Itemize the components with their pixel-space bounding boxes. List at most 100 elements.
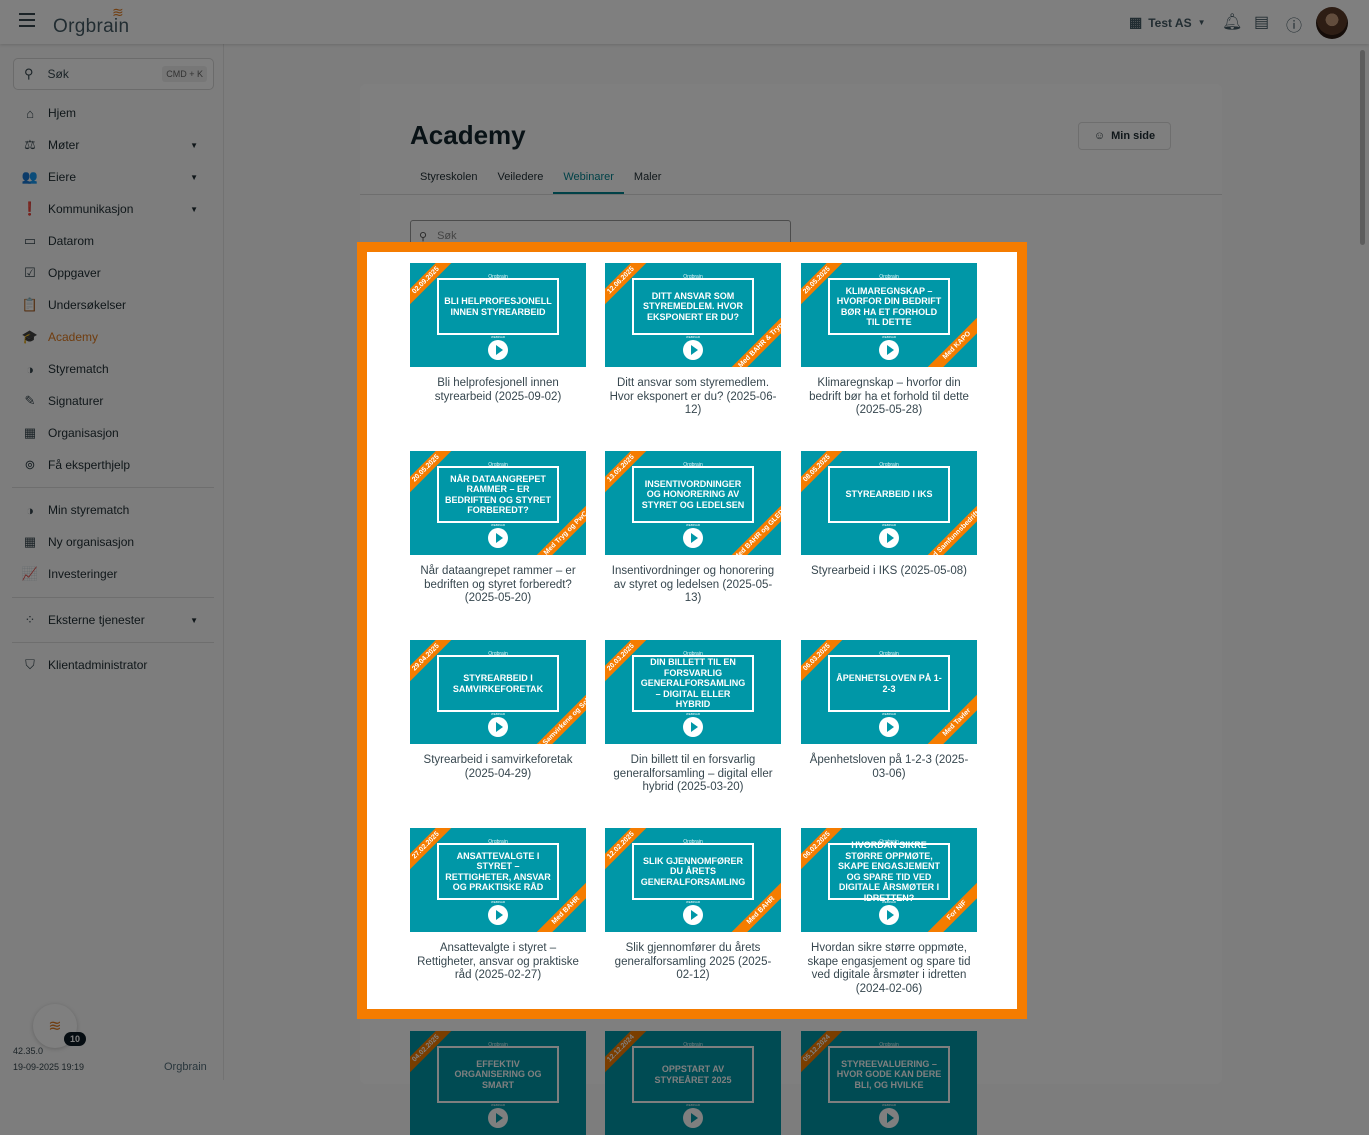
webinar-caption[interactable]: Styrearbeid i IKS (2025-05-08) xyxy=(801,565,977,579)
webinar-thumbnail[interactable]: Orgbrain EFFEKTIV ORGANISERING OG SMART WE… xyxy=(410,1031,586,1135)
webinar-card[interactable]: Orgbrain INSENTIVORDNINGER OG HONORERING … xyxy=(605,451,781,606)
webinar-thumbnail[interactable]: Orgbrain HVORDAN SIKRE STØRRE OPPMØTE, SK… xyxy=(801,828,977,932)
webinar-thumbnail[interactable]: Orgbrain STYREARBEID I IKS WEBINAR 08.05.20… xyxy=(801,451,977,555)
sidebar-item-min-styrematch[interactable]: ◑ Min styrematch xyxy=(0,495,224,525)
sidebar-item-organisasjon[interactable]: ▦ Organisasjon xyxy=(0,418,224,448)
scrollbar[interactable] xyxy=(1360,50,1365,245)
sidebar-item-label: Min styrematch xyxy=(48,503,130,517)
play-icon[interactable] xyxy=(488,528,508,548)
sidebar-item-hjem[interactable]: ⌂ Hjem xyxy=(0,98,224,128)
play-icon[interactable] xyxy=(488,340,508,360)
webinar-caption[interactable]: Ansattevalgte i styret – Rettigheter, an… xyxy=(410,942,586,983)
sidebar-item-eksterne-tjenester[interactable]: ⁘ Eksterne tjenester ▼ xyxy=(0,605,224,635)
play-icon[interactable] xyxy=(879,717,899,737)
play-icon[interactable] xyxy=(879,1108,899,1128)
webinar-card[interactable]: Orgbrain KLIMAREGNSKAP – HVORFOR DIN BEDR… xyxy=(801,263,977,418)
webinar-caption[interactable]: Slik gjennomfører du årets generalforsam… xyxy=(605,942,781,983)
school-icon: 🎓 xyxy=(21,329,39,344)
webinar-search-input[interactable]: ⚲ Søk xyxy=(410,220,791,252)
play-icon[interactable] xyxy=(488,717,508,737)
search-placeholder: Søk xyxy=(47,67,69,81)
sidebar-item-signaturer[interactable]: ✎ Signaturer xyxy=(0,386,224,416)
tab-styreskolen[interactable]: Styreskolen xyxy=(410,170,487,194)
sidebar-item-kommunikasjon[interactable]: ❗ Kommunikasjon ▼ xyxy=(0,194,224,224)
webinar-thumbnail[interactable]: Orgbrain ANSATTEVALGTE I STYRET – RETTIGH… xyxy=(410,828,586,932)
webinar-caption[interactable]: Styrearbeid i samvirkeforetak (2025-04-2… xyxy=(410,754,586,781)
webinar-card[interactable]: Orgbrain STYREARBEID I IKS WEBINAR 08.05.20… xyxy=(801,451,977,579)
webinar-caption[interactable]: Bli helprofesjonell innen styrearbeid (2… xyxy=(410,377,586,404)
webinar-card[interactable]: Orgbrain SLIK GJENNOMFØRER DU ÅRETS GENER… xyxy=(605,828,781,983)
play-icon[interactable] xyxy=(683,1108,703,1128)
tab-veiledere[interactable]: Veiledere xyxy=(487,170,553,194)
tab-webinarer[interactable]: Webinarer xyxy=(553,170,624,194)
caret-down-icon: ▼ xyxy=(190,615,198,625)
webinar-card[interactable]: Orgbrain DIN BILLETT TIL EN FORSVARLIG GE… xyxy=(605,640,781,795)
sidebar-item-oppgaver[interactable]: ☑ Oppgaver xyxy=(0,258,224,288)
webinar-thumbnail[interactable]: Orgbrain STYREARBEID I SAMVIRKEFORETAK WEB… xyxy=(410,640,586,744)
thumbnail-label: WEBINAR xyxy=(881,1103,896,1107)
webinar-card[interactable]: Orgbrain OPPSTART AV STYREÅRET 2025 WEBINA… xyxy=(605,1031,781,1135)
webinar-caption[interactable]: Klimaregnskap – hvorfor din bedrift bør … xyxy=(801,377,977,418)
sidebar-item-ny-organisasjon[interactable]: ▦ Ny organisasjon xyxy=(0,527,224,557)
webinar-card[interactable]: Orgbrain NÅR DATAANGREPET RAMMER – ER BED… xyxy=(410,451,586,606)
webinar-card[interactable]: Orgbrain ANSATTEVALGTE I STYRET – RETTIGH… xyxy=(410,828,586,983)
sidebar-item-investeringer[interactable]: 📈 Investeringer xyxy=(0,559,224,589)
play-icon[interactable] xyxy=(488,905,508,925)
play-icon[interactable] xyxy=(683,340,703,360)
sidebar-item-styrematch[interactable]: ◑ Styrematch xyxy=(0,354,224,384)
people-icon: 👥 xyxy=(21,169,39,184)
org-switcher[interactable]: ▦ Test AS ▼ xyxy=(1129,14,1206,31)
webinar-caption[interactable]: Når dataangrepet rammer – er bedriften o… xyxy=(410,565,586,606)
webinar-card[interactable]: Orgbrain DITT ANSVAR SOM STYREMEDLEM. HVO… xyxy=(605,263,781,418)
webinar-thumbnail[interactable]: Orgbrain OPPSTART AV STYREÅRET 2025 WEBINA… xyxy=(605,1031,781,1135)
thumbnail-label: WEBINAR xyxy=(685,900,700,904)
play-icon[interactable] xyxy=(879,340,899,360)
webinar-thumbnail[interactable]: Orgbrain BLI HELPROFESJONELL INNEN STYREA… xyxy=(410,263,586,367)
webinar-card[interactable]: Orgbrain BLI HELPROFESJONELL INNEN STYREA… xyxy=(410,263,586,404)
webinar-thumbnail[interactable]: Orgbrain KLIMAREGNSKAP – HVORFOR DIN BEDR… xyxy=(801,263,977,367)
webinar-card[interactable]: Orgbrain STYREARBEID I SAMVIRKEFORETAK WEB… xyxy=(410,640,586,781)
webinar-thumbnail[interactable]: Orgbrain INSENTIVORDNINGER OG HONORERING … xyxy=(605,451,781,555)
webinar-card[interactable]: Orgbrain ÅPENHETSLOVEN PÅ 1-2-3 WEBINAR 06.… xyxy=(801,640,977,781)
webinar-thumbnail[interactable]: Orgbrain ÅPENHETSLOVEN PÅ 1-2-3 WEBINAR 06.… xyxy=(801,640,977,744)
sidebar-item-datarom[interactable]: ▭ Datarom xyxy=(0,226,224,256)
play-icon[interactable] xyxy=(879,528,899,548)
sidebar-item-label: Undersøkelser xyxy=(48,298,127,312)
help-icon[interactable]: ⓘ xyxy=(1286,12,1302,36)
webinar-caption[interactable]: Insentivordninger og honorering av styre… xyxy=(605,565,781,606)
webinar-thumbnail[interactable]: Orgbrain DITT ANSVAR SOM STYREMEDLEM. HVO… xyxy=(605,263,781,367)
thumbnail-title: BLI HELPROFESJONELL INNEN STYREARBEID xyxy=(437,278,559,335)
play-icon[interactable] xyxy=(683,528,703,548)
webinar-thumbnail[interactable]: Orgbrain DIN BILLETT TIL EN FORSVARLIG GE… xyxy=(605,640,781,744)
sidebar-item-klientadministrator[interactable]: ⛉ Klientadministrator xyxy=(0,650,224,680)
webinar-card[interactable]: Orgbrain HVORDAN SIKRE STØRRE OPPMØTE, SK… xyxy=(801,828,977,996)
sidebar-item-academy[interactable]: 🎓 Academy xyxy=(0,322,224,352)
webinar-thumbnail[interactable]: Orgbrain NÅR DATAANGREPET RAMMER – ER BED… xyxy=(410,451,586,555)
sidebar-item-undersøkelser[interactable]: 📋 Undersøkelser xyxy=(0,290,224,320)
tab-maler[interactable]: Maler xyxy=(624,170,672,194)
webinar-caption[interactable]: Din billett til en forsvarlig generalfor… xyxy=(605,754,781,795)
sidebar-item-få-eksperthjelp[interactable]: ⊚ Få eksperthjelp xyxy=(0,450,224,480)
webinar-caption[interactable]: Ditt ansvar som styremedlem. Hvor ekspon… xyxy=(605,377,781,418)
min-side-button[interactable]: ☺ Min side xyxy=(1078,122,1171,150)
webinar-card[interactable]: Orgbrain STYREEVALUERING – HVOR GODE KAN … xyxy=(801,1031,977,1135)
play-icon[interactable] xyxy=(683,717,703,737)
play-icon[interactable] xyxy=(488,1108,508,1128)
signature-icon: ✎ xyxy=(24,393,36,408)
sidebar-search[interactable]: ⚲ Søk CMD + K xyxy=(13,58,214,90)
bell-icon[interactable]: 🔔︎ xyxy=(1222,12,1242,32)
webinar-caption[interactable]: Åpenhetsloven på 1-2-3 (2025-03-06) xyxy=(801,754,977,781)
menu-icon[interactable] xyxy=(19,13,35,27)
play-icon[interactable] xyxy=(683,905,703,925)
sidebar-item-eiere[interactable]: 👥 Eiere ▼ xyxy=(0,162,224,192)
chat-icon[interactable]: ▤ xyxy=(1254,12,1269,32)
sidebar-item-møter[interactable]: ⚖ Møter ▼ xyxy=(0,130,224,160)
webinar-thumbnail[interactable]: Orgbrain STYREEVALUERING – HVOR GODE KAN … xyxy=(801,1031,977,1135)
webinar-thumbnail[interactable]: Orgbrain SLIK GJENNOMFØRER DU ÅRETS GENER… xyxy=(605,828,781,932)
webinar-caption[interactable]: Hvordan sikre større oppmøte, skape enga… xyxy=(801,942,977,996)
avatar[interactable] xyxy=(1316,7,1348,39)
thumbnail-label: WEBINAR xyxy=(490,900,505,904)
play-icon[interactable] xyxy=(879,905,899,925)
gavel-icon: ⚖ xyxy=(24,137,36,152)
webinar-card[interactable]: Orgbrain EFFEKTIV ORGANISERING OG SMART WE… xyxy=(410,1031,586,1135)
